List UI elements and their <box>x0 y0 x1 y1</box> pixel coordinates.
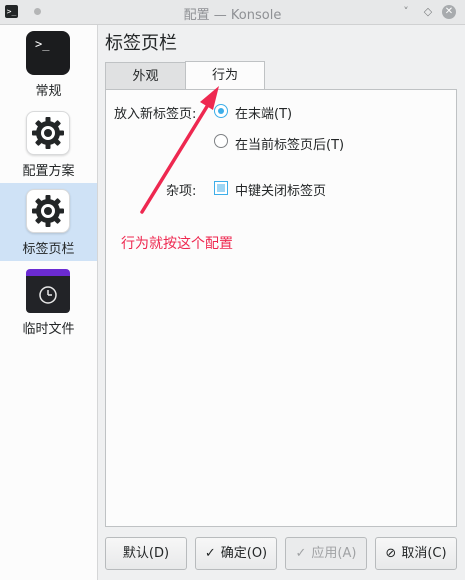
sidebar-item-label: 标签页栏 <box>22 242 75 257</box>
annotation-text: 行为就按这个配置 <box>121 236 233 252</box>
sidebar-item-tab-bar[interactable]: 标签页栏 <box>0 183 97 261</box>
gear-icon <box>26 189 70 233</box>
cancel-icon: ⊘ <box>385 546 397 561</box>
defaults-button[interactable]: 默认(D) <box>105 537 187 570</box>
ok-button[interactable]: ✓ 确定(O) <box>195 537 277 570</box>
page-title: 标签页栏 <box>105 33 177 54</box>
sidebar-item-temp-files[interactable]: 临时文件 <box>0 263 97 341</box>
sidebar-item-profiles[interactable]: 配置方案 <box>0 105 97 183</box>
title-bar: >_ 配置 — Konsole ˅ ◇ ✕ <box>0 0 465 25</box>
sidebar-item-label: 配置方案 <box>22 164 75 179</box>
sidebar-item-general[interactable]: >_ 常规 <box>0 25 97 103</box>
ok-button-label: 确定(O) <box>220 546 268 561</box>
folder-clock-icon <box>26 269 70 313</box>
check-icon: ✓ <box>295 546 307 561</box>
terminal-icon: >_ <box>26 31 70 75</box>
radio-at-end[interactable] <box>214 104 228 118</box>
close-button[interactable]: ✕ <box>442 5 456 19</box>
cancel-button-label: 取消(C) <box>401 546 447 561</box>
defaults-button-label: 默认(D) <box>122 546 170 561</box>
tab-panel-behavior <box>105 89 457 527</box>
apply-button[interactable]: ✓ 应用(A) <box>285 537 367 570</box>
apply-button-label: 应用(A) <box>311 546 357 561</box>
cancel-button[interactable]: ⊘ 取消(C) <box>375 537 457 570</box>
middle-click-close-checkbox[interactable] <box>214 181 228 195</box>
check-icon: ✓ <box>204 546 216 561</box>
tab-appearance[interactable]: 外观 <box>105 62 186 89</box>
sidebar-item-label: 常规 <box>35 84 62 99</box>
new-tab-position-label: 放入新标签页: <box>114 107 197 122</box>
gear-icon <box>26 111 70 155</box>
sidebar-item-label: 临时文件 <box>22 322 75 337</box>
radio-after-current[interactable] <box>214 134 228 148</box>
sidebar: >_ 常规 配置方案 标签页栏 临时文件 <box>0 25 98 580</box>
minimize-button[interactable]: ˅ <box>396 2 416 22</box>
radio-after-current-label[interactable]: 在当前标签页后(T) <box>235 134 344 153</box>
maximize-button[interactable]: ◇ <box>418 2 438 22</box>
tab-behavior[interactable]: 行为 <box>185 61 265 90</box>
misc-label: 杂项: <box>166 184 197 199</box>
radio-at-end-label[interactable]: 在末端(T) <box>235 103 292 122</box>
middle-click-close-label[interactable]: 中键关闭标签页 <box>235 180 326 199</box>
